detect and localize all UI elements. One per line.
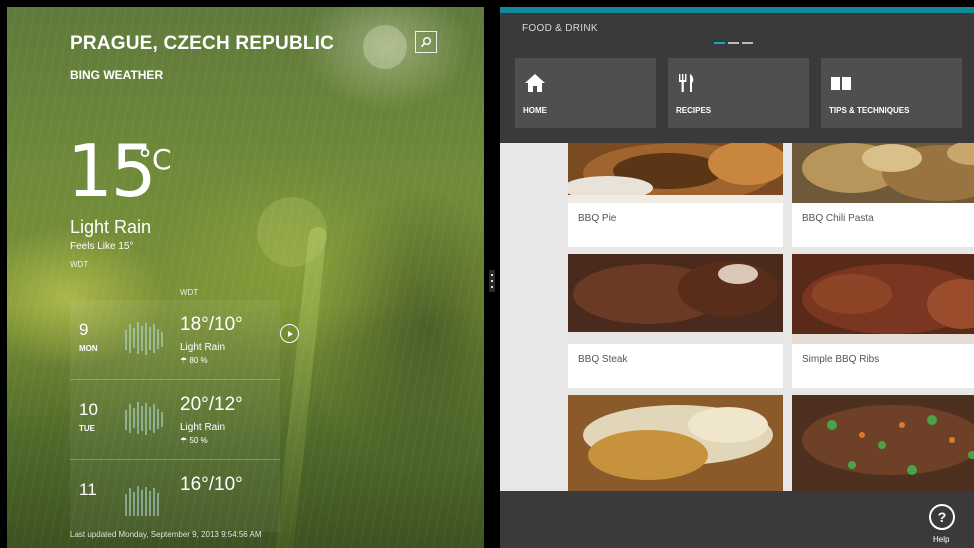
day-condition: Light Rain (180, 422, 226, 433)
page-indicator (714, 42, 753, 44)
recipe-title: BBQ Steak (578, 354, 628, 365)
recipe-photo (792, 254, 974, 344)
high-low-temp: 16°/10° (180, 474, 243, 495)
weather-provider: BING WEATHER (70, 68, 164, 82)
recipe-card[interactable]: BBQ Chili Pasta (792, 143, 974, 247)
feels-like: Feels Like 15° (70, 241, 134, 252)
day-number: 11 (79, 480, 97, 499)
help-icon: ? (937, 509, 947, 525)
precipitation-chance: ☂ 80 % (180, 356, 208, 365)
food-drink-app-pane: FOOD & DRINK HOME RECIPES TIPS & TECHNIQ… (500, 7, 974, 548)
forecast-day[interactable]: 11 16°/10° (70, 460, 280, 532)
recipe-photo (568, 143, 783, 203)
temperature-unit: °C (138, 143, 172, 176)
day-condition: Light Rain (180, 342, 226, 353)
app-title: FOOD & DRINK (522, 23, 598, 34)
splitter-handle[interactable] (489, 270, 495, 292)
forecast-day[interactable]: 9 MON 18°/10° Light Rain ☂ 80 % (70, 300, 280, 380)
day-number: 10 (79, 400, 98, 419)
app-bar: ? Help (500, 491, 974, 548)
high-low-temp: 18°/10° (180, 314, 243, 335)
search-icon (420, 37, 431, 48)
book-icon (831, 77, 851, 90)
high-low-temp: 20°/12° (180, 394, 243, 415)
nav-tile-label: HOME (523, 106, 547, 115)
nav-tile-label: TIPS & TECHNIQUES (829, 106, 910, 115)
recipe-card[interactable]: BBQ Steak (568, 254, 783, 388)
food-header: FOOD & DRINK HOME RECIPES TIPS & TECHNIQ… (500, 13, 974, 143)
city-name: PRAGUE, CZECH REPUBLIC (70, 33, 335, 54)
day-of-week: TUE (79, 424, 95, 433)
rain-icon (125, 402, 163, 435)
weather-app-pane: PRAGUE, CZECH REPUBLIC BING WEATHER 15 °… (7, 7, 484, 548)
help-button[interactable]: ? (929, 504, 955, 530)
recipe-grid[interactable]: BBQ Pie BBQ Chili Pasta BBQ Steak Simple… (500, 143, 974, 491)
recipe-title: BBQ Chili Pasta (802, 213, 874, 224)
nav-tile-recipes[interactable]: RECIPES (668, 58, 809, 128)
day-number: 9 (79, 320, 89, 339)
recipe-photo (568, 254, 783, 344)
home-icon (525, 74, 545, 92)
recipe-title: BBQ Pie (578, 213, 617, 224)
current-condition: Light Rain (70, 217, 152, 237)
nav-tile-label: RECIPES (676, 106, 712, 115)
play-icon (287, 330, 293, 337)
expand-forecast-button[interactable] (280, 324, 299, 343)
recipe-card[interactable] (792, 395, 974, 491)
daily-forecast-list[interactable]: 9 MON 18°/10° Light Rain ☂ 80 % 10 TUE 2… (70, 300, 280, 532)
recipe-card[interactable]: BBQ Pie (568, 143, 783, 247)
nav-tile-tips[interactable]: TIPS & TECHNIQUES (821, 58, 962, 128)
recipe-card[interactable] (568, 395, 783, 491)
help-label: Help (933, 535, 950, 544)
recipe-photo (792, 395, 974, 491)
nav-tile-home[interactable]: HOME (515, 58, 656, 128)
recipe-photo (792, 143, 974, 203)
last-updated: Last updated Monday, September 9, 2013 9… (70, 530, 262, 539)
search-button[interactable] (415, 31, 437, 53)
rain-icon (125, 322, 163, 355)
recipe-title: Simple BBQ Ribs (802, 354, 880, 365)
recipe-photo (568, 395, 783, 491)
current-station: WDT (70, 260, 89, 269)
forecast-day[interactable]: 10 TUE 20°/12° Light Rain ☂ 50 % (70, 380, 280, 460)
utensils-icon (679, 74, 694, 92)
forecast-station: WDT (180, 288, 199, 297)
day-of-week: MON (79, 344, 98, 353)
rain-icon (125, 486, 159, 516)
recipe-card[interactable]: Simple BBQ Ribs (792, 254, 974, 388)
precipitation-chance: ☂ 50 % (180, 436, 208, 445)
